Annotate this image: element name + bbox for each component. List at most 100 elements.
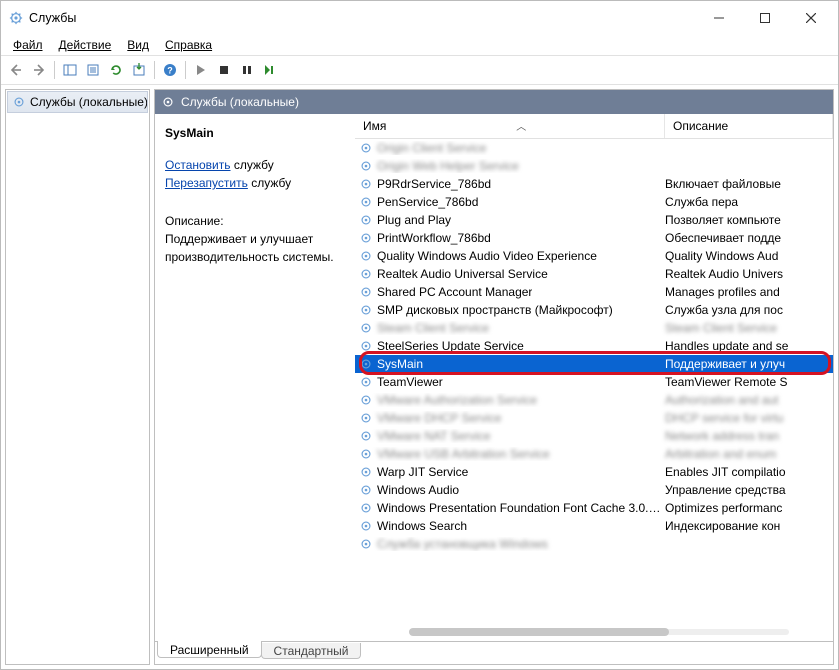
pause-service-button[interactable] — [236, 59, 258, 81]
service-row[interactable]: TeamViewerTeamViewer Remote S — [355, 373, 833, 391]
service-description: Enables JIT compilatio — [661, 465, 829, 479]
service-description: Optimizes performanc — [661, 501, 829, 515]
tab-standard[interactable]: Стандартный — [261, 643, 362, 659]
service-description: Управление средства — [661, 483, 829, 497]
restart-service-link[interactable]: Перезапустить — [165, 176, 248, 190]
service-row[interactable]: VMware USB Arbitration ServiceArbitratio… — [355, 445, 833, 463]
stop-service-button[interactable] — [213, 59, 235, 81]
minimize-button[interactable] — [696, 3, 742, 33]
gear-icon — [359, 177, 373, 191]
service-row[interactable]: Shared PC Account Manager Manages profile… — [355, 283, 833, 301]
service-description: Network address tran — [661, 429, 829, 443]
show-hide-tree-button[interactable] — [59, 59, 81, 81]
gear-icon — [359, 393, 373, 407]
service-name: SysMain — [377, 357, 423, 371]
console-tree[interactable]: Службы (локальные) — [5, 89, 150, 665]
service-name: PenService_786bd — [377, 195, 478, 209]
service-row[interactable]: VMware NAT Service Network address tran — [355, 427, 833, 445]
menu-help[interactable]: Справка — [157, 36, 220, 54]
gear-icon — [359, 213, 373, 227]
maximize-button[interactable] — [742, 3, 788, 33]
selected-service-name: SysMain — [165, 124, 345, 142]
column-header-name[interactable]: Имя ︿ — [355, 114, 665, 138]
service-name: VMware USB Arbitration Service — [377, 447, 550, 461]
gear-icon — [359, 375, 373, 389]
gear-icon — [359, 411, 373, 425]
service-row[interactable]: Windows SearchИндексирование кон — [355, 517, 833, 535]
menu-file[interactable]: Файл — [5, 36, 51, 54]
service-name: Windows Audio — [377, 483, 459, 497]
restart-service-button[interactable] — [259, 59, 281, 81]
service-description: Поддерживает и улуч — [661, 357, 829, 371]
scrollbar-thumb[interactable] — [409, 628, 669, 636]
gear-icon — [359, 501, 373, 515]
gear-icon — [359, 321, 373, 335]
service-description: Индексирование кон — [661, 519, 829, 533]
gear-icon — [359, 339, 373, 353]
service-row[interactable]: Realtek Audio Universal ServiceRealtek A… — [355, 265, 833, 283]
service-row[interactable]: Plug and PlayПозволяет компьюте — [355, 211, 833, 229]
services-list[interactable]: Origin Client ServiceOrigin Web Helper S… — [355, 139, 833, 625]
service-name: VMware NAT Service — [377, 429, 491, 443]
start-service-button[interactable] — [190, 59, 212, 81]
service-row[interactable]: Windows Presentation Foundation Font Cac… — [355, 499, 833, 517]
service-description: Realtek Audio Univers — [661, 267, 829, 281]
service-row[interactable]: Quality Windows Audio Video ExperienceQu… — [355, 247, 833, 265]
service-row[interactable]: PenService_786bdСлужба пера — [355, 193, 833, 211]
service-name: VMware Authorization Service — [377, 393, 537, 407]
gear-icon — [359, 285, 373, 299]
menu-action[interactable]: Действие — [51, 36, 120, 54]
gear-icon — [161, 95, 175, 109]
stop-service-link[interactable]: Остановить — [165, 158, 231, 172]
service-row[interactable]: VMware Authorization ServiceAuthorizatio… — [355, 391, 833, 409]
service-description: Quality Windows Aud — [661, 249, 829, 263]
close-button[interactable] — [788, 3, 834, 33]
help-button[interactable]: ? — [159, 59, 181, 81]
refresh-button[interactable] — [105, 59, 127, 81]
gear-icon — [359, 357, 373, 371]
gear-icon — [359, 483, 373, 497]
service-name: Windows Presentation Foundation Font Cac… — [377, 501, 661, 515]
service-name: Shared PC Account Manager — [377, 285, 532, 299]
forward-button[interactable] — [28, 59, 50, 81]
column-header-description[interactable]: Описание — [665, 114, 833, 138]
properties-button[interactable] — [82, 59, 104, 81]
service-description: Steam Client Service — [661, 321, 829, 335]
gear-icon — [359, 429, 373, 443]
horizontal-scrollbar[interactable] — [409, 629, 789, 635]
menu-view[interactable]: Вид — [119, 36, 157, 54]
service-row[interactable]: Warp JIT Service Enables JIT compilatio — [355, 463, 833, 481]
service-name: VMware DHCP Service — [377, 411, 501, 425]
service-row[interactable]: SMP дисковых пространств (Майкрософт)Слу… — [355, 301, 833, 319]
service-row[interactable]: Origin Client Service — [355, 139, 833, 157]
service-row[interactable]: SysMain Поддерживает и улуч — [355, 355, 833, 373]
tree-item-services-local[interactable]: Службы (локальные) — [7, 91, 148, 113]
service-row[interactable]: P9RdrService_786bdВключает файловые — [355, 175, 833, 193]
back-button[interactable] — [5, 59, 27, 81]
service-name: Plug and Play — [377, 213, 451, 227]
gear-icon — [359, 195, 373, 209]
tab-extended[interactable]: Расширенный — [157, 641, 262, 658]
service-name: TeamViewer — [377, 375, 443, 389]
service-row[interactable]: SteelSeries Update ServiceHandles update… — [355, 337, 833, 355]
tree-item-label: Службы (локальные) — [30, 95, 148, 109]
service-name: Warp JIT Service — [377, 465, 468, 479]
service-row[interactable]: Windows Audio Управление средства — [355, 481, 833, 499]
service-name: P9RdrService_786bd — [377, 177, 491, 191]
service-row[interactable]: Origin Web Helper Service — [355, 157, 833, 175]
gear-icon — [359, 231, 373, 245]
gear-icon — [359, 141, 373, 155]
gear-icon — [359, 159, 373, 173]
description-text: Поддерживает и улучшает производительнос… — [165, 230, 345, 266]
service-name: SteelSeries Update Service — [377, 339, 524, 353]
window-icon — [9, 11, 23, 25]
service-row[interactable]: PrintWorkflow_786bdОбеспечивает подде — [355, 229, 833, 247]
service-description: Manages profiles and — [661, 285, 829, 299]
service-row[interactable]: Steam Client ServiceSteam Client Service — [355, 319, 833, 337]
window-title: Службы — [29, 11, 76, 25]
export-button[interactable] — [128, 59, 150, 81]
service-description: DHCP service for virtu — [661, 411, 829, 425]
service-row[interactable]: Служба установщика Windows — [355, 535, 833, 553]
service-description: Обеспечивает подде — [661, 231, 829, 245]
service-row[interactable]: VMware DHCP Service DHCP service for virt… — [355, 409, 833, 427]
